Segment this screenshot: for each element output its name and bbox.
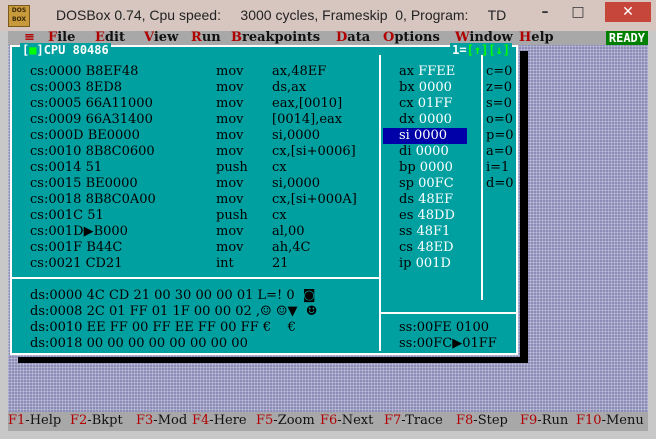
dump-row[interactable]: ds:0010 EE FF 00 FF EE FF 00 FF € € — [30, 320, 296, 336]
fkey-here[interactable]: F4-Here — [192, 413, 247, 428]
disasm-row[interactable]: cs:0000 B8EF48 — [30, 64, 138, 80]
disasm-op: push — [216, 160, 248, 175]
disasm-row[interactable]: cs:0021 CD21 — [30, 256, 122, 272]
close-button[interactable]: ✕ — [605, 2, 651, 22]
fkey-mod[interactable]: F3-Mod — [136, 413, 187, 428]
register-ds[interactable]: ds 48EF — [399, 192, 453, 208]
pane-divider — [12, 277, 379, 279]
register-dx[interactable]: dx 0000 — [399, 112, 452, 128]
disasm-op: mov — [216, 144, 244, 159]
disasm-args: eax,[0010] — [272, 96, 343, 111]
maximize-button[interactable]: □ — [563, 2, 593, 22]
fkey-trace[interactable]: F7-Trace — [384, 413, 443, 428]
zoom-down-icon[interactable]: [↓] — [488, 43, 510, 57]
pane-divider — [379, 55, 381, 351]
disasm-row-current[interactable]: cs:001D▶B000 — [30, 224, 128, 240]
window-shadow — [18, 357, 528, 363]
register-si-selected[interactable]: si 0000 — [383, 128, 467, 144]
dump-row[interactable]: ds:0000 4C CD 21 00 30 00 00 01 L=! 0 ◙ — [30, 288, 316, 304]
disasm-op: int — [216, 256, 234, 271]
disasm-row[interactable]: cs:0015 BE0000 — [30, 176, 138, 192]
register-di[interactable]: di 0000 — [399, 144, 449, 160]
title-bar: DOS BOX DOSBox 0.74, Cpu speed: 3000 cyc… — [0, 0, 656, 31]
disasm-op: mov — [216, 112, 244, 127]
fkey-step[interactable]: F8-Step — [456, 413, 508, 428]
pane-divider — [381, 312, 516, 314]
cpu-window[interactable]: [■]CPU 80486 1=[↑][↓] cs:0000 B8EF48 mov… — [10, 43, 518, 355]
disasm-op: mov — [216, 176, 244, 191]
dump-row[interactable]: ds:0018 00 00 00 00 00 00 00 00 — [30, 336, 248, 352]
register-ax[interactable]: ax FFEE — [399, 64, 455, 80]
flag-z[interactable]: z=0 — [486, 80, 512, 96]
disasm-op: mov — [216, 96, 244, 111]
fkey-menu[interactable]: F10-Menu — [576, 413, 644, 428]
cpu-window-title: CPU 80486 — [43, 43, 109, 57]
disasm-row[interactable]: cs:001C 51 — [30, 208, 104, 224]
ready-status-badge: READY — [605, 31, 648, 45]
register-cs[interactable]: cs 48ED — [399, 240, 454, 256]
minimize-button[interactable]: – — [530, 2, 560, 22]
zoom-up-icon[interactable]: [↑] — [467, 43, 489, 57]
disasm-row[interactable]: cs:001F B44C — [30, 240, 122, 256]
disasm-args: cx,[si+000A] — [272, 192, 357, 207]
flag-s[interactable]: s=0 — [486, 96, 512, 112]
flag-p[interactable]: p=0 — [486, 128, 514, 144]
disasm-args: cx — [272, 160, 287, 175]
dump-row[interactable]: ds:0008 2C 01 FF 01 1F 00 00 02 ,☺ ☺▼ ☻ — [30, 304, 317, 320]
disasm-row[interactable]: cs:0009 66A31400 — [30, 112, 153, 128]
disasm-op: push — [216, 208, 248, 223]
register-es[interactable]: es 48DD — [399, 208, 455, 224]
disasm-args: si,0000 — [272, 128, 321, 143]
stack-row[interactable]: ss:00FE 0100 — [399, 320, 489, 336]
function-key-bar: F1-Help F2-Bkpt F3-Mod F4-Here F5-Zoom F… — [8, 412, 648, 431]
disasm-op: mov — [216, 80, 244, 95]
dos-screen: ≡ File Edit View Run Breakpoints Data Op… — [8, 30, 648, 431]
disasm-row[interactable]: cs:0010 8B8C0600 — [30, 144, 155, 160]
register-bx[interactable]: bx 0000 — [399, 80, 452, 96]
disasm-args: 21 — [272, 256, 289, 271]
disasm-args: ds,ax — [272, 80, 307, 95]
disasm-args: al,00 — [272, 224, 305, 239]
cpu-window-header: [■]CPU 80486 1=[↑][↓] — [20, 43, 512, 57]
flag-d[interactable]: d=0 — [486, 176, 514, 192]
fkey-help[interactable]: F1-Help — [8, 413, 61, 428]
pane-divider — [481, 55, 483, 300]
register-ip[interactable]: ip 001D — [399, 256, 451, 272]
disasm-args: cx — [272, 208, 287, 223]
menu-help[interactable]: Help — [519, 30, 554, 45]
disasm-op: mov — [216, 192, 244, 207]
register-bp[interactable]: bp 0000 — [399, 160, 453, 176]
window-shadow — [520, 51, 528, 361]
stack-row-current[interactable]: ss:00FC▶01FF — [399, 336, 497, 352]
disasm-row[interactable]: cs:000D BE0000 — [30, 128, 140, 144]
flag-a[interactable]: a=0 — [486, 144, 513, 160]
register-ss[interactable]: ss 48F1 — [399, 224, 450, 240]
flag-o[interactable]: o=0 — [486, 112, 513, 128]
disasm-args: ax,48EF — [272, 64, 327, 79]
fkey-zoom[interactable]: F5-Zoom — [256, 413, 315, 428]
flag-i[interactable]: i=1 — [486, 160, 509, 176]
disasm-args: ah,4C — [272, 240, 311, 255]
disasm-row[interactable]: cs:0014 51 — [30, 160, 102, 176]
disasm-args: cx,[si+0006] — [272, 144, 356, 159]
dosbox-app-icon[interactable]: DOS BOX — [8, 5, 30, 27]
disasm-args: si,0000 — [272, 176, 321, 191]
disasm-row[interactable]: cs:0003 8ED8 — [30, 80, 122, 96]
disasm-op: mov — [216, 64, 244, 79]
flag-c[interactable]: c=0 — [486, 64, 512, 80]
register-cx[interactable]: cx 01FF — [399, 96, 452, 112]
disasm-op: mov — [216, 128, 244, 143]
register-sp[interactable]: sp 00FC — [399, 176, 454, 192]
window-title: DOSBox 0.74, Cpu speed: 3000 cycles, Fra… — [56, 7, 507, 23]
fkey-next[interactable]: F6-Next — [320, 413, 373, 428]
disasm-row[interactable]: cs:0005 66A11000 — [30, 96, 153, 112]
fkey-run[interactable]: F9-Run — [520, 413, 568, 428]
disasm-row[interactable]: cs:0018 8B8C0A00 — [30, 192, 156, 208]
disasm-args: [0014],eax — [272, 112, 343, 127]
fkey-bkpt[interactable]: F2-Bkpt — [70, 413, 123, 428]
disasm-op: mov — [216, 240, 244, 255]
disasm-op: mov — [216, 224, 244, 239]
